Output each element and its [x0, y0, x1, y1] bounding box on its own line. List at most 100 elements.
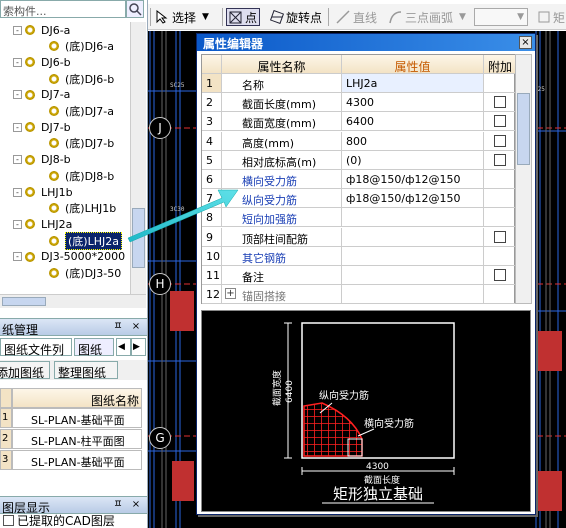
scroll-thumb[interactable] — [517, 93, 530, 165]
tree-node[interactable]: - LHJ1b — [13, 184, 73, 200]
property-value[interactable] — [342, 208, 484, 228]
property-row[interactable]: 5 相对底标高(m) (0) — [202, 150, 516, 170]
extra-checkbox[interactable] — [494, 269, 506, 281]
close-icon[interactable]: × — [130, 321, 142, 333]
property-value[interactable]: ф18@150/ф12@150 — [342, 189, 484, 209]
collapse-toggle-icon[interactable]: - — [13, 25, 22, 35]
collapse-toggle-icon[interactable]: - — [13, 57, 22, 67]
extra-cell — [484, 93, 516, 113]
tree-node[interactable]: - DJ3-5000*2000 — [13, 249, 125, 265]
collapse-toggle-icon[interactable]: - — [13, 219, 22, 229]
property-name: 其它钢筋 — [222, 246, 342, 266]
tree-node[interactable]: - LHJ2a — [13, 216, 72, 232]
property-row[interactable]: 8 短向加强筋 — [202, 208, 516, 228]
extra-checkbox[interactable] — [494, 153, 506, 166]
line-tool[interactable]: 直线 — [336, 8, 377, 26]
property-value[interactable]: 6400 — [342, 112, 484, 132]
extra-checkbox[interactable] — [494, 115, 506, 128]
tree-leaf[interactable]: (底)DJ6-a — [30, 38, 114, 54]
tab-prev-icon[interactable]: ◀ — [116, 338, 131, 356]
tree-item-label: (底)DJ6-a — [65, 40, 115, 54]
property-row[interactable]: 2 截面长度(mm) 4300 — [202, 93, 516, 113]
property-row[interactable]: 7 纵向受力筋 ф18@150/ф12@150 — [202, 189, 516, 209]
tree-leaf[interactable]: (底)DJ6-b — [30, 71, 114, 87]
longitudinal-rebar-label: 纵向受力筋 — [319, 389, 369, 402]
layer-option[interactable]: 已提取的CAD图层 — [0, 512, 147, 528]
tree-leaf[interactable]: (底)LHJ2a — [30, 231, 122, 250]
close-icon[interactable]: × — [519, 36, 532, 49]
rotate-point-tool[interactable]: 旋转点 — [270, 8, 322, 26]
tree-node[interactable]: - DJ6-a — [13, 22, 70, 38]
expand-icon[interactable]: + — [225, 288, 236, 300]
property-row[interactable]: 10 其它钢筋 — [202, 246, 516, 266]
row-number: 11 — [202, 266, 222, 285]
collapse-toggle-icon[interactable]: - — [13, 122, 22, 132]
tab-next-icon[interactable]: ▶ — [131, 338, 146, 356]
property-value[interactable]: 4300 — [342, 93, 484, 113]
property-value[interactable] — [342, 227, 484, 247]
drawing-name-cell[interactable]: SL-PLAN-基础平面 — [12, 450, 142, 470]
tree-node[interactable]: - DJ6-b — [13, 54, 71, 70]
property-value[interactable]: 800 — [342, 131, 484, 151]
component-gear-icon — [25, 154, 35, 165]
drawing-name-cell[interactable]: SL-PLAN-基础平面 — [12, 408, 142, 428]
property-value[interactable]: ф18@150/ф12@150 — [342, 170, 484, 189]
extra-cell — [484, 208, 516, 228]
tab-drawing-floor[interactable]: 图纸楼 — [74, 338, 114, 374]
select-tool[interactable]: 选择 ▼ — [156, 8, 209, 26]
property-value[interactable] — [342, 266, 484, 285]
tree-vertical-scrollbar[interactable] — [130, 22, 146, 294]
extra-checkbox[interactable] — [494, 134, 506, 147]
chevron-down-icon[interactable]: ▼ — [202, 12, 209, 22]
property-value[interactable]: LHJ2a — [342, 74, 484, 93]
toolbar-separator — [150, 8, 151, 26]
rect-tool[interactable]: 矩 — [538, 8, 565, 26]
scroll-thumb[interactable] — [132, 208, 145, 268]
collapse-toggle-icon[interactable]: - — [13, 155, 22, 165]
component-tree[interactable]: - DJ6-a (底)DJ6-a - DJ6-b (底)DJ6-b - DJ7-a (底)DJ7… — [0, 22, 130, 294]
extra-checkbox[interactable] — [494, 230, 506, 243]
tree-node[interactable]: - DJ7-b — [13, 119, 71, 135]
tree-node[interactable]: - DJ8-b — [13, 152, 71, 168]
collapse-toggle-icon[interactable]: - — [13, 90, 22, 100]
tab-drawing-list[interactable]: 图纸文件列表 — [0, 338, 72, 374]
extra-checkbox[interactable] — [494, 96, 506, 109]
chevron-down-icon[interactable]: ▼ — [459, 12, 466, 22]
property-value[interactable] — [342, 285, 484, 305]
property-row[interactable]: 4 高度(mm) 800 — [202, 131, 516, 151]
add-drawing-button[interactable]: 添加图纸 — [0, 361, 50, 380]
width-dimension-value: 6400 — [285, 380, 295, 403]
collapse-toggle-icon[interactable]: - — [13, 187, 22, 197]
drawing-name-cell[interactable]: SL-PLAN-柱平面图 — [12, 429, 142, 449]
three-point-arc-tool[interactable]: 三点画弧 ▼ — [388, 8, 466, 26]
point-tool[interactable]: 点 — [226, 8, 261, 26]
search-input[interactable]: 索构件... — [0, 0, 126, 18]
property-row[interactable]: 1 名称 LHJ2a — [202, 74, 516, 93]
tree-horizontal-scrollbar[interactable] — [0, 294, 146, 308]
tree-leaf[interactable]: (底)DJ7-a — [30, 103, 114, 119]
pin-icon[interactable]: ㅍ — [112, 321, 124, 333]
collapse-toggle-icon[interactable]: - — [13, 252, 22, 262]
tree-item-label: DJ6-a — [41, 23, 71, 37]
property-row[interactable]: 3 截面宽度(mm) 6400 — [202, 112, 516, 132]
property-value[interactable]: (0) — [342, 150, 484, 170]
chevron-down-icon[interactable]: ▼ — [517, 12, 524, 22]
property-row[interactable]: 9 顶部柱间配筋 — [202, 227, 516, 247]
layer-checkbox[interactable] — [3, 514, 14, 526]
property-row[interactable]: 11 备注 — [202, 266, 516, 285]
tree-leaf[interactable]: (底)LHJ1b — [30, 200, 116, 216]
tree-leaf[interactable]: (底)DJ3-50 — [30, 265, 121, 281]
search-button[interactable] — [126, 0, 144, 18]
scroll-thumb[interactable] — [2, 297, 46, 306]
property-row[interactable]: 6 横向受力筋 ф18@150/ф12@150 — [202, 170, 516, 189]
tree-node[interactable]: - DJ7-a — [13, 87, 70, 103]
organize-drawing-button[interactable]: 整理图纸 — [54, 361, 118, 380]
tree-leaf[interactable]: (底)DJ8-b — [30, 168, 114, 184]
property-table-scrollbar[interactable] — [515, 54, 532, 304]
property-value[interactable] — [342, 246, 484, 266]
tree-leaf[interactable]: (底)DJ7-b — [30, 135, 114, 151]
pin-icon[interactable]: ㅍ — [112, 499, 124, 511]
property-row[interactable]: 12 + 锚固搭接 — [202, 285, 516, 305]
close-icon[interactable]: × — [130, 499, 142, 511]
style-dropdown[interactable]: ▼ — [474, 8, 528, 26]
